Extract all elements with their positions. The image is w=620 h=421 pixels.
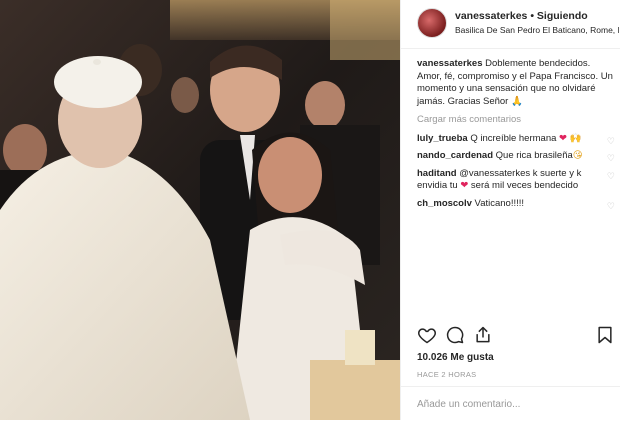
- post-actions: [417, 325, 615, 349]
- likes-count[interactable]: 10.026 Me gusta: [417, 352, 494, 363]
- post-photo[interactable]: [0, 0, 400, 420]
- comment-item: ch_moscolv Vaticano!!!!! ♡: [417, 198, 615, 211]
- header-separator: •: [527, 10, 537, 22]
- comment-item: nando_cardenad Que rica brasileña😘 ♡: [417, 150, 615, 163]
- post-side-panel: vanessaterkes • Siguiendo Basilica De Sa…: [400, 0, 620, 420]
- comment-item: haditand @vanessaterkes k suerte y k env…: [417, 168, 615, 193]
- comment-item: luly_trueba Q increíble hermana ❤ 🙌 ♡: [417, 133, 615, 146]
- header-user-line: vanessaterkes • Siguiendo: [455, 10, 588, 22]
- location-link[interactable]: Basilica De San Pedro El Baticano, Rome,…: [455, 25, 619, 35]
- comment-text: Que rica brasileña: [493, 150, 573, 161]
- comment-username[interactable]: ch_moscolv: [417, 198, 472, 209]
- post-header: vanessaterkes • Siguiendo Basilica De Sa…: [401, 0, 620, 49]
- comment-username[interactable]: luly_trueba: [417, 133, 468, 144]
- comment-like-heart-icon[interactable]: ♡: [607, 170, 615, 183]
- comment-input[interactable]: [417, 396, 607, 412]
- comment-like-heart-icon[interactable]: ♡: [607, 152, 615, 165]
- comment-emoji: ❤ 🙌: [559, 132, 582, 144]
- caption: vanessaterkes Doblemente bendecidos. Amo…: [417, 58, 615, 108]
- add-comment-bar: [401, 386, 620, 421]
- bookmark-icon[interactable]: [595, 325, 617, 347]
- comment-like-heart-icon[interactable]: ♡: [607, 135, 615, 148]
- comment-emoji: 😘: [572, 150, 583, 161]
- avatar[interactable]: [417, 8, 447, 38]
- comment-username[interactable]: haditand: [417, 168, 457, 179]
- comment-like-heart-icon[interactable]: ♡: [607, 200, 615, 213]
- comment-icon[interactable]: [445, 325, 467, 347]
- photo-illustration: [0, 0, 400, 420]
- comment-text: Vaticano!!!!!: [471, 197, 525, 209]
- comment-text: Q increíble hermana: [467, 132, 560, 144]
- comment-username[interactable]: nando_cardenad: [417, 150, 493, 161]
- username-link[interactable]: vanessaterkes: [455, 10, 527, 22]
- share-icon[interactable]: [473, 325, 495, 347]
- caption-username[interactable]: vanessaterkes: [417, 58, 483, 69]
- heart-icon[interactable]: [417, 325, 439, 347]
- following-button[interactable]: Siguiendo: [537, 10, 588, 22]
- post-timestamp: HACE 2 HORAS: [417, 370, 477, 379]
- comments-list: vanessaterkes Doblemente bendecidos. Amo…: [417, 58, 615, 215]
- comment-text-cont: será mil veces bendecido: [468, 180, 579, 191]
- load-more-comments[interactable]: Cargar más comentarios: [417, 114, 615, 127]
